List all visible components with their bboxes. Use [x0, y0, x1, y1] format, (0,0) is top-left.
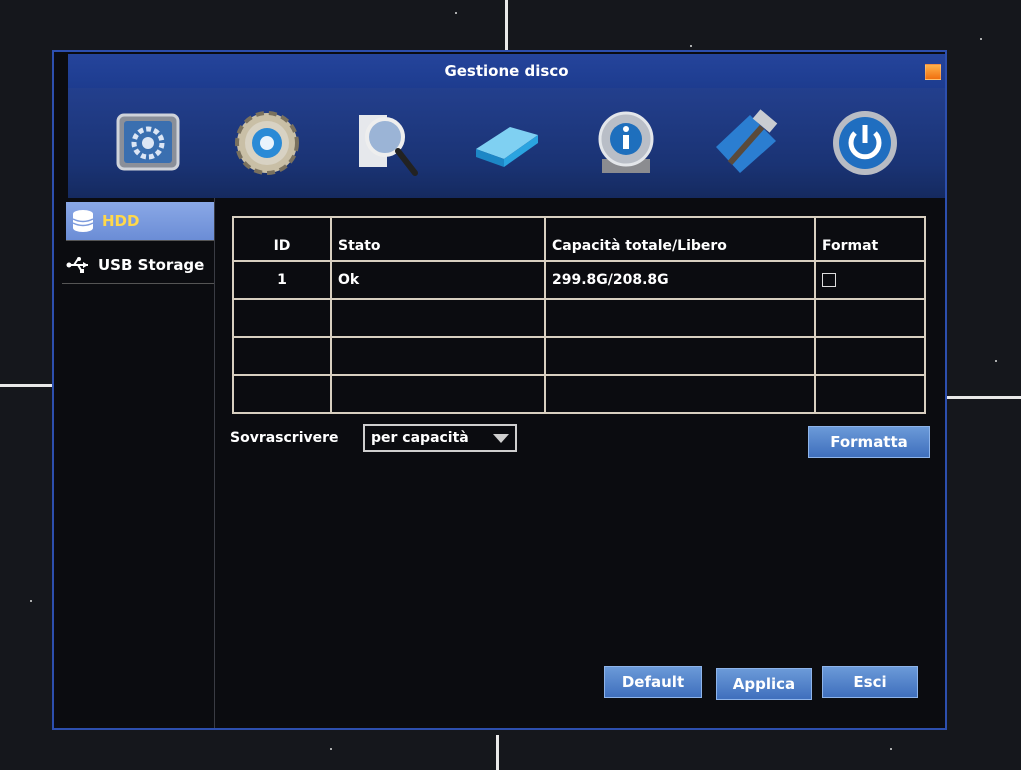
- format-checkbox[interactable]: [822, 273, 836, 287]
- cell-stato: [330, 336, 546, 376]
- table-row: [232, 298, 926, 338]
- table-header-row: ID Stato Capacità totale/Libero Format: [232, 216, 926, 262]
- sidebar-item-label: USB Storage: [98, 256, 205, 274]
- column-header-capacity: Capacità totale/Libero: [544, 216, 816, 262]
- sidebar-item-label: HDD: [102, 212, 140, 230]
- format-button[interactable]: Formatta: [808, 426, 930, 458]
- exit-button[interactable]: Esci: [822, 666, 918, 698]
- table-row: [232, 336, 926, 376]
- cell-capacity: [544, 298, 816, 338]
- main-toolbar: [68, 88, 945, 198]
- sidebar: HDD USB Storage: [54, 198, 215, 728]
- background-gridline: [496, 735, 499, 770]
- cell-id: [232, 374, 332, 414]
- tools-icon[interactable]: [710, 107, 782, 179]
- cell-stato: [330, 298, 546, 338]
- title-bar: Gestione disco: [68, 54, 945, 88]
- background-gridline: [0, 384, 56, 387]
- default-button[interactable]: Default: [604, 666, 702, 698]
- disk-table: ID Stato Capacità totale/Libero Format 1…: [232, 216, 926, 414]
- background-speck: [890, 748, 892, 750]
- background-speck: [980, 38, 982, 40]
- cell-format: [814, 298, 926, 338]
- column-header-stato: Stato: [330, 216, 546, 262]
- usb-icon: [66, 257, 88, 273]
- close-button[interactable]: [925, 64, 941, 80]
- column-header-format: Format: [814, 216, 926, 262]
- background-gridline: [946, 396, 1021, 399]
- chevron-down-icon: [493, 433, 509, 443]
- sidebar-item-usb-storage[interactable]: USB Storage: [62, 247, 214, 284]
- cell-capacity: 299.8G/208.8G: [544, 260, 816, 300]
- overwrite-select[interactable]: per capacità: [363, 424, 517, 452]
- background-speck: [455, 12, 457, 14]
- config-gear-icon[interactable]: [231, 107, 303, 179]
- cell-stato: Ok: [330, 260, 546, 300]
- background-speck: [995, 360, 997, 362]
- cell-id: [232, 336, 332, 376]
- cell-id: [232, 298, 332, 338]
- table-row: [232, 374, 926, 414]
- cell-capacity: [544, 374, 816, 414]
- column-header-id: ID: [232, 216, 332, 262]
- cell-format: [814, 374, 926, 414]
- cell-id: 1: [232, 260, 332, 300]
- background-gridline: [505, 0, 508, 52]
- overwrite-select-value: per capacità: [371, 430, 469, 446]
- database-icon: [72, 210, 94, 232]
- cell-format: [814, 336, 926, 376]
- cell-stato: [330, 374, 546, 414]
- sidebar-item-hdd[interactable]: HDD: [66, 202, 214, 241]
- background-speck: [330, 748, 332, 750]
- search-icon[interactable]: [351, 107, 423, 179]
- info-icon[interactable]: [590, 107, 662, 179]
- power-icon[interactable]: [829, 107, 901, 179]
- disk-management-window: Gestione disco HDD USB Storage ID Stato …: [52, 50, 947, 730]
- background-speck: [30, 600, 32, 602]
- table-row[interactable]: 1 Ok 299.8G/208.8G: [232, 260, 926, 300]
- system-settings-icon[interactable]: [112, 107, 184, 179]
- hdd-icon[interactable]: [470, 107, 542, 179]
- window-title: Gestione disco: [444, 62, 569, 80]
- cell-format: [814, 260, 926, 300]
- apply-button[interactable]: Applica: [716, 668, 812, 700]
- cell-capacity: [544, 336, 816, 376]
- background-speck: [690, 45, 692, 47]
- overwrite-label: Sovrascrivere: [230, 430, 339, 446]
